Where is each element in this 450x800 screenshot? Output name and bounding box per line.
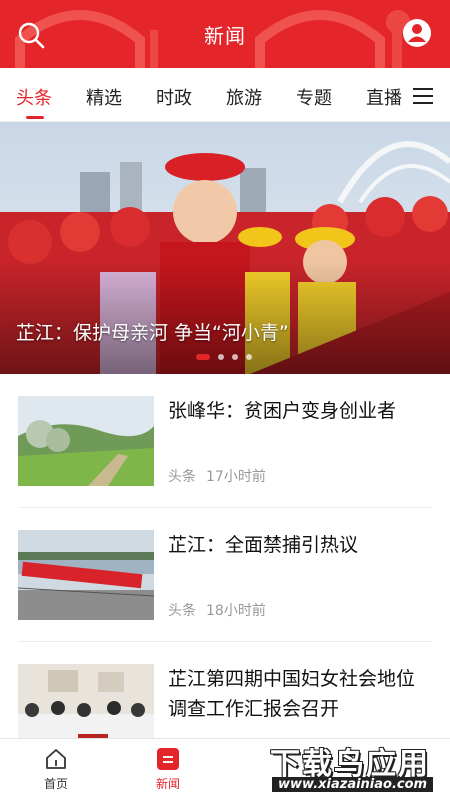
news-meta: 头条 18小时前: [168, 600, 266, 620]
news-icon: [157, 748, 179, 770]
carousel-dot[interactable]: [218, 354, 224, 360]
tab-politics[interactable]: 时政: [156, 84, 192, 110]
news-time: 18小时前: [206, 603, 266, 619]
banner-caption[interactable]: 芷江：保护母亲河 争当“河小青”: [16, 318, 289, 345]
tab-headlines[interactable]: 头条: [16, 84, 52, 110]
news-list-item[interactable]: 芷江：全面禁捕引热议 头条 18小时前: [18, 508, 432, 642]
news-category: 头条: [168, 469, 196, 485]
news-thumbnail: [18, 530, 154, 620]
watermark-url: www.xiazainiao.com: [272, 777, 434, 792]
news-thumbnail: [18, 396, 154, 486]
user-profile-icon[interactable]: [402, 18, 432, 48]
category-tabs: 头条 精选 时政 旅游 专题 直播: [0, 68, 450, 122]
tab-travel[interactable]: 旅游: [226, 84, 262, 110]
news-headline: 芷江：全面禁捕引热议: [168, 534, 359, 556]
site-watermark: 下载鸟应用 www.xiazainiao.com: [266, 737, 446, 797]
carousel-dot-active[interactable]: [196, 354, 210, 360]
app-header: 新闻: [0, 0, 450, 68]
menu-icon[interactable]: [412, 86, 434, 106]
nav-news[interactable]: 新闻: [138, 747, 198, 792]
tab-live[interactable]: 直播: [366, 84, 402, 110]
news-headline: 芷江第四期中国妇女社会地位调查工作汇报会召开: [168, 668, 416, 720]
tab-featured[interactable]: 精选: [86, 84, 122, 110]
featured-banner[interactable]: 芷江：保护母亲河 争当“河小青”: [0, 122, 450, 374]
nav-news-label: 新闻: [155, 777, 180, 791]
news-category: 头条: [168, 603, 196, 619]
news-list-item[interactable]: 张峰华：贫困户变身创业者 头条 17小时前: [18, 374, 432, 508]
home-icon: [46, 749, 66, 769]
nav-home-label: 首页: [43, 777, 68, 791]
carousel-dot[interactable]: [246, 354, 252, 360]
page-title: 新闻: [204, 24, 246, 48]
carousel-dot[interactable]: [232, 354, 238, 360]
tab-topics[interactable]: 专题: [296, 84, 332, 110]
news-meta: 头条 17小时前: [168, 466, 266, 486]
active-tab-indicator: [26, 116, 44, 119]
news-time: 17小时前: [206, 469, 266, 485]
news-headline: 张峰华：贫困户变身创业者: [168, 400, 397, 422]
nav-home[interactable]: 首页: [26, 747, 86, 792]
